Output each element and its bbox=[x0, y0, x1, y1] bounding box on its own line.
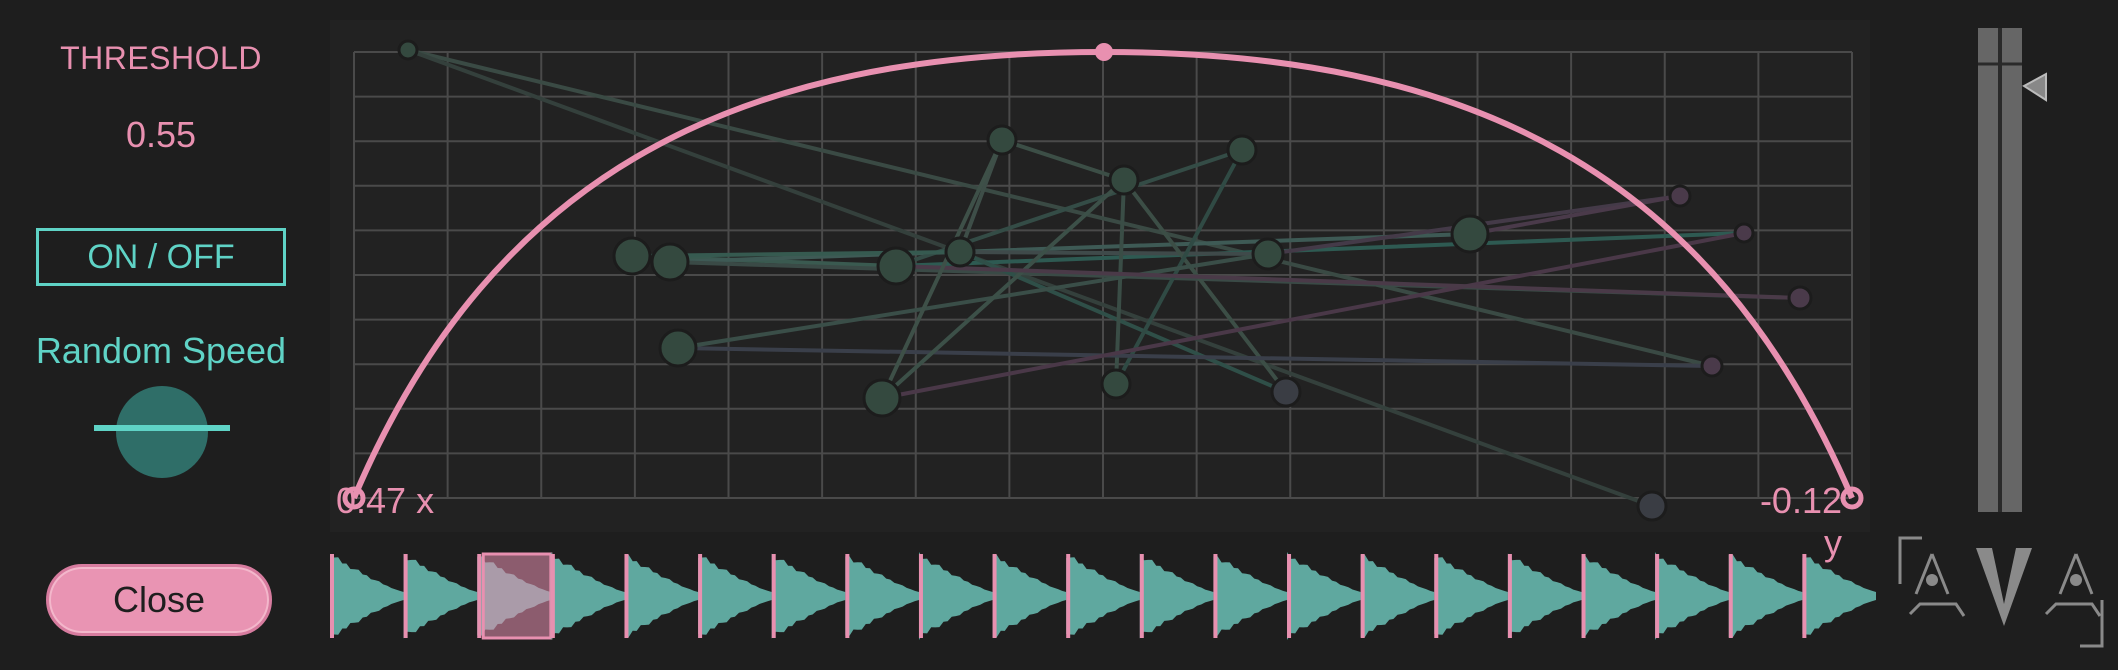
on-off-label: ON / OFF bbox=[87, 237, 235, 276]
waveform-segment[interactable] bbox=[1655, 552, 1729, 640]
pad-node[interactable] bbox=[658, 328, 698, 368]
pad-node[interactable] bbox=[1787, 285, 1813, 311]
random-speed-knob[interactable] bbox=[90, 382, 230, 482]
waveform-segment[interactable] bbox=[330, 554, 404, 638]
knob-body bbox=[116, 386, 208, 478]
ava-logo-icon bbox=[1898, 536, 2104, 648]
waveform-segment[interactable] bbox=[918, 552, 993, 640]
waveform-segment[interactable] bbox=[1507, 553, 1582, 639]
waveform-segment[interactable] bbox=[992, 554, 1067, 638]
pad-node[interactable] bbox=[876, 246, 916, 286]
waveform-segment[interactable] bbox=[1728, 554, 1803, 638]
pad-node[interactable] bbox=[1226, 134, 1258, 166]
triangle-left-icon[interactable] bbox=[2022, 72, 2047, 102]
waveform-segment[interactable] bbox=[1581, 554, 1656, 638]
pad-node[interactable] bbox=[1668, 184, 1692, 208]
random-speed-label: Random Speed bbox=[35, 330, 287, 371]
close-button-label: Close bbox=[112, 579, 206, 620]
pad-node[interactable] bbox=[612, 236, 652, 276]
threshold-value[interactable]: 0.55 bbox=[0, 114, 322, 156]
waveform-segment[interactable] bbox=[1066, 554, 1140, 638]
meter-bar-left bbox=[1978, 28, 1998, 512]
pad-node[interactable] bbox=[1636, 490, 1668, 522]
x-readout: 0.47 x bbox=[336, 480, 435, 521]
pad-node[interactable] bbox=[1108, 164, 1140, 196]
pad-node[interactable] bbox=[1733, 222, 1755, 244]
curve-peak-handle[interactable] bbox=[1095, 43, 1113, 61]
pad-node[interactable] bbox=[944, 236, 976, 268]
pad-node[interactable] bbox=[986, 124, 1018, 156]
pad-node[interactable] bbox=[397, 39, 419, 61]
pad-node[interactable] bbox=[862, 378, 902, 418]
level-meter[interactable] bbox=[1972, 24, 2052, 516]
waveform-segment[interactable] bbox=[550, 552, 625, 640]
pad-node[interactable] bbox=[1100, 368, 1132, 400]
waveform-segment[interactable] bbox=[1360, 554, 1435, 638]
waveform-segment[interactable] bbox=[1434, 554, 1508, 638]
waveform-segment[interactable] bbox=[1139, 553, 1214, 639]
waveform-segment[interactable] bbox=[624, 554, 699, 638]
pad-node[interactable] bbox=[1270, 376, 1302, 408]
waveform-segment[interactable] bbox=[698, 554, 772, 638]
waveform-segments bbox=[330, 552, 1876, 640]
logo-corner-br bbox=[2080, 600, 2104, 648]
xy-pad[interactable] bbox=[330, 20, 1870, 532]
pad-node[interactable] bbox=[1251, 237, 1285, 271]
meter-bar-right bbox=[2002, 28, 2022, 512]
waveform-segment[interactable] bbox=[771, 553, 846, 639]
waveform-segment[interactable] bbox=[1213, 554, 1287, 638]
close-button[interactable]: Close bbox=[46, 564, 272, 636]
waveform-segment[interactable] bbox=[477, 552, 553, 640]
waveform-segment[interactable] bbox=[1802, 554, 1876, 638]
waveform-segment[interactable] bbox=[1287, 552, 1361, 640]
pad-node[interactable] bbox=[1450, 214, 1490, 254]
logo-corner-tl bbox=[1898, 536, 1922, 584]
pad-node[interactable] bbox=[1700, 354, 1724, 378]
pad-node[interactable] bbox=[650, 242, 690, 282]
threshold-title: THRESHOLD bbox=[60, 40, 262, 76]
waveform-strip[interactable] bbox=[330, 552, 1876, 640]
on-off-toggle[interactable]: ON / OFF bbox=[36, 228, 286, 286]
waveform-segment[interactable] bbox=[845, 554, 919, 638]
waveform-segment[interactable] bbox=[403, 553, 478, 639]
